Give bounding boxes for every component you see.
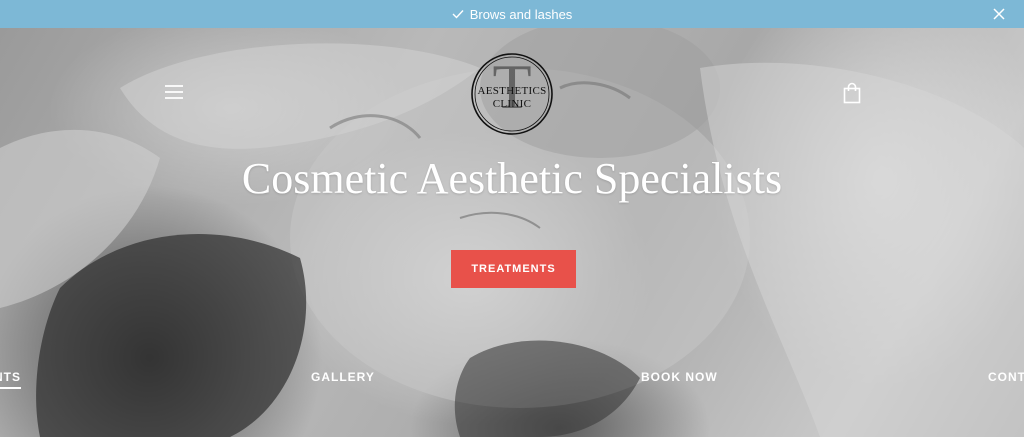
hero-banner: T AESTHETICS CLINIC Cosmetic Aesthetic S…	[0, 28, 1024, 437]
shopping-bag-icon[interactable]	[843, 82, 861, 104]
logo-text-line2: CLINIC	[492, 98, 532, 110]
nav-item-book-now[interactable]: BOOK NOW	[641, 370, 718, 384]
hero-headline: Cosmetic Aesthetic Specialists	[241, 154, 783, 203]
close-icon[interactable]	[991, 6, 1007, 22]
nav-item-gallery[interactable]: GALLERY	[311, 370, 375, 384]
bottom-navigation: MENTS GALLERY BOOK NOW CONTA	[0, 370, 1024, 400]
announcement-bar: Brows and lashes	[0, 0, 1024, 28]
logo-text-line1: AESTHETICS	[477, 85, 547, 97]
hamburger-menu-icon[interactable]	[164, 84, 186, 102]
nav-item-treatments[interactable]: MENTS	[0, 370, 21, 389]
nav-item-contact[interactable]: CONTA	[988, 370, 1024, 384]
treatments-button[interactable]: TREATMENTS	[451, 250, 576, 288]
clinic-logo[interactable]: T AESTHETICS CLINIC	[469, 51, 555, 137]
announcement-text: Brows and lashes	[469, 6, 573, 22]
check-icon	[452, 9, 464, 19]
